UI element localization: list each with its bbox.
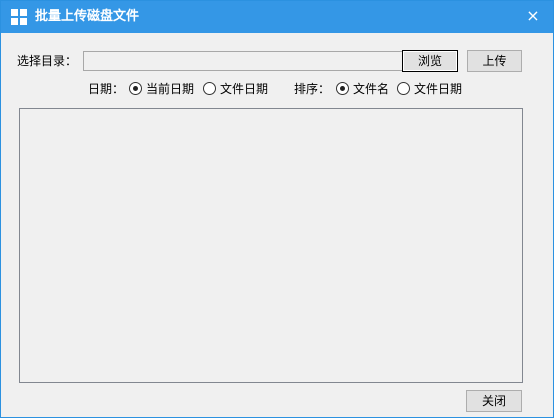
sort-filename-radio[interactable]: [336, 82, 349, 95]
directory-label: 选择目录：: [17, 54, 78, 68]
date-file-label[interactable]: 文件日期: [220, 82, 268, 96]
sort-filedate-radio[interactable]: [397, 82, 410, 95]
date-label: 日期：: [88, 82, 125, 96]
directory-input[interactable]: [83, 51, 404, 71]
title-bar[interactable]: 批量上传磁盘文件 ×: [1, 1, 553, 33]
date-file-radio[interactable]: [203, 82, 216, 95]
sort-filedate-label[interactable]: 文件日期: [414, 82, 462, 96]
upload-dialog: 批量上传磁盘文件 × 选择目录： 浏览 上传 日期： 当前日期 文件日期 排序：…: [0, 0, 554, 418]
date-current-label[interactable]: 当前日期: [146, 82, 194, 96]
close-button[interactable]: 关闭: [466, 390, 522, 412]
close-icon[interactable]: ×: [525, 8, 541, 24]
sort-label: 排序：: [294, 82, 331, 96]
browse-button[interactable]: 浏览: [402, 50, 458, 72]
date-current-radio[interactable]: [129, 82, 142, 95]
window-title: 批量上传磁盘文件: [35, 9, 140, 24]
upload-button[interactable]: 上传: [467, 50, 522, 72]
file-list[interactable]: [19, 108, 523, 383]
windows-grid-icon: [11, 9, 28, 26]
sort-filename-label[interactable]: 文件名: [353, 82, 389, 96]
